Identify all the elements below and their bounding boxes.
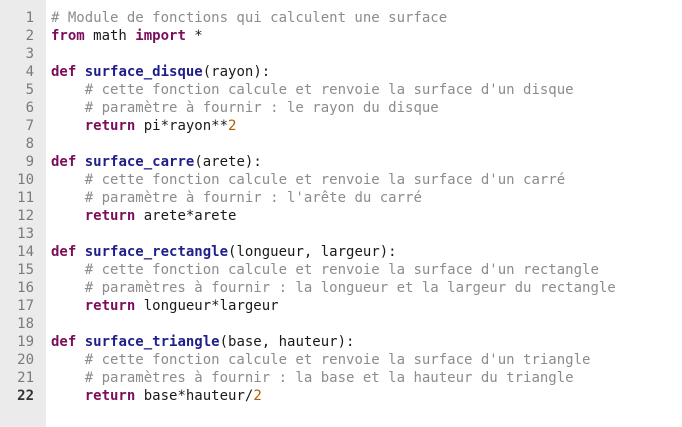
line-number: 22 [17,388,34,404]
code-text-token: (rayon): [202,64,271,80]
keyword-token: def [51,154,77,170]
keyword-token: return [84,208,136,224]
line-number: 5 [25,82,34,98]
line-number: 18 [17,316,34,332]
line-number: 15 [17,262,34,278]
code-line[interactable]: # cette fonction calcule et renvoie la s… [51,171,682,189]
function-name-token: surface_disque [84,64,203,80]
code-line[interactable]: # paramètres à fournir : la base et la h… [51,369,682,387]
line-number: 3 [25,46,34,62]
code-line[interactable]: # paramètre à fournir : l'arête du carré [51,189,682,207]
number-token: 2 [253,388,262,404]
line-number: 2 [25,28,34,44]
line-number: 17 [17,298,34,314]
line-number: 4 [25,64,34,80]
code-text-token: * [185,28,203,44]
code-line[interactable]: # Module de fonctions qui calculent une … [51,9,682,27]
line-number: 1 [25,10,34,26]
code-editor[interactable]: 1 2 3 4 5 6 7 8 9 10 11 12 13 14 15 16 17 18 19 20 21 22 # Mo… [0,0,682,427]
code-line[interactable]: def surface_carre(arete): [51,153,682,171]
code-line[interactable]: # cette fonction calcule et renvoie la s… [51,261,682,279]
keyword-token: return [84,118,136,134]
code-line[interactable]: return pi*rayon**2 [51,117,682,135]
keyword-token: def [51,244,77,260]
line-number: 7 [25,118,34,134]
code-line[interactable]: return base*hauteur/2 [51,387,682,405]
code-line[interactable] [51,315,682,333]
line-number: 9 [25,154,34,170]
comment-token: # cette fonction calcule et renvoie la s… [84,352,591,368]
function-name-token: surface_triangle [84,334,220,350]
code-text-token: math [84,28,136,44]
code-line[interactable]: # cette fonction calcule et renvoie la s… [51,81,682,99]
keyword-token: def [51,64,77,80]
function-name-token: surface_rectangle [84,244,229,260]
code-text-token: (longueur, largeur): [228,244,397,260]
code-text-token: longueur*largeur [135,298,279,314]
comment-token: # cette fonction calcule et renvoie la s… [84,82,574,98]
comment-token: # paramètres à fournir : la longueur et … [84,280,616,296]
code-line[interactable]: from math import * [51,27,682,45]
code-text-token: base*hauteur/ [135,388,254,404]
keyword-token: import [135,28,186,44]
function-name-token: surface_carre [84,154,195,170]
comment-token: # cette fonction calcule et renvoie la s… [84,172,566,188]
line-number: 11 [17,190,34,206]
comment-token: # Module de fonctions qui calculent une … [51,10,448,26]
line-number: 14 [17,244,34,260]
code-line[interactable]: # cette fonction calcule et renvoie la s… [51,351,682,369]
code-line[interactable]: def surface_rectangle(longueur, largeur)… [51,243,682,261]
code-line[interactable]: def surface_triangle(base, hauteur): [51,333,682,351]
line-number: 16 [17,280,34,296]
comment-token: # paramètres à fournir : la base et la h… [84,370,574,386]
code-line[interactable]: # paramètres à fournir : la longueur et … [51,279,682,297]
keyword-token: def [51,334,77,350]
line-number: 20 [17,352,34,368]
code-line[interactable]: return arete*arete [51,207,682,225]
line-number: 12 [17,208,34,224]
code-text-token: (base, hauteur): [219,334,355,350]
line-number: 19 [17,334,34,350]
code-text-token: (arete): [194,154,262,170]
code-text-token: arete*arete [135,208,237,224]
code-text-token: pi*rayon** [135,118,229,134]
line-number: 21 [17,370,34,386]
line-number-gutter: 1 2 3 4 5 6 7 8 9 10 11 12 13 14 15 16 17 18 19 20 21 22 [0,0,46,427]
line-number: 8 [25,136,34,152]
code-line[interactable]: return longueur*largeur [51,297,682,315]
keyword-token: return [84,388,136,404]
line-number: 10 [17,172,34,188]
code-area[interactable]: # Module de fonctions qui calculent une … [46,0,682,427]
number-token: 2 [228,118,237,134]
line-number: 13 [17,226,34,242]
code-line[interactable] [51,225,682,243]
code-line[interactable] [51,45,682,63]
code-line[interactable]: def surface_disque(rayon): [51,63,682,81]
code-line[interactable]: # paramètre à fournir : le rayon du disq… [51,99,682,117]
comment-token: # cette fonction calcule et renvoie la s… [84,262,599,278]
code-line[interactable] [51,135,682,153]
keyword-token: return [84,298,136,314]
line-number: 6 [25,100,34,116]
comment-token: # paramètre à fournir : l'arête du carré [84,190,422,206]
keyword-token: from [51,28,85,44]
comment-token: # paramètre à fournir : le rayon du disq… [84,100,439,116]
